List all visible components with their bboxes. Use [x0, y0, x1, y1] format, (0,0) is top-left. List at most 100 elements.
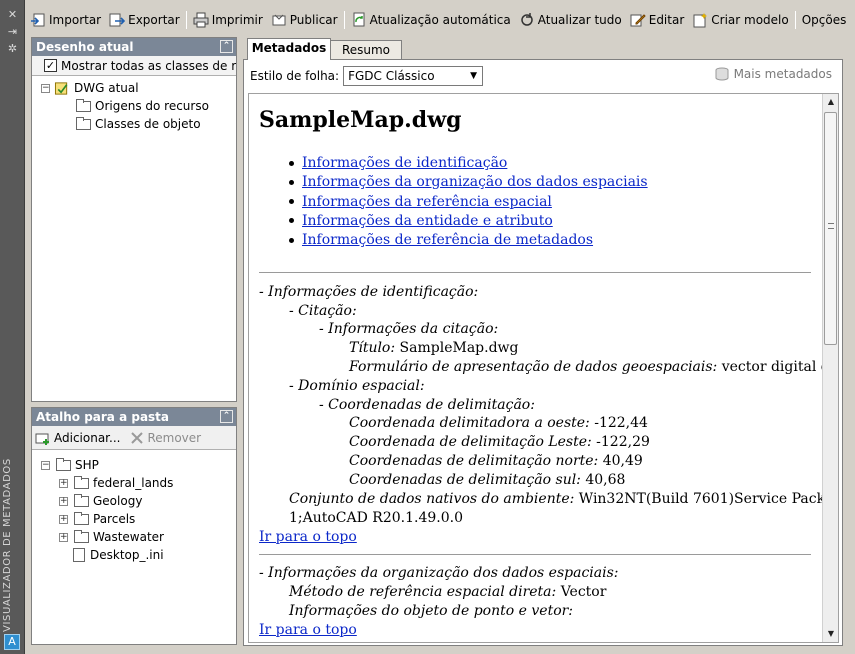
add-folder-icon	[35, 433, 49, 445]
tree-expander[interactable]: +	[59, 478, 68, 488]
app-logo-icon[interactable]: A	[4, 634, 20, 650]
add-folder-button[interactable]: Adicionar...	[35, 431, 120, 445]
field-value: -122,44	[594, 415, 648, 431]
metadata-document: SampleMap.dwg Informações de identificaç…	[248, 93, 839, 643]
field-south: Coordenadas de delimitação sul: 40,68	[349, 471, 625, 489]
current-drawing-header[interactable]: Desenho atual ⌃	[32, 38, 236, 56]
export-button[interactable]: Exportar	[105, 9, 184, 31]
publish-button[interactable]: Publicar	[267, 9, 342, 31]
close-icon[interactable]: ✕	[6, 8, 19, 21]
section-heading: - Citação:	[289, 303, 357, 319]
field-label: Coordenadas de delimitação sul:	[349, 472, 581, 488]
section-heading: - Domínio espacial:	[289, 378, 425, 394]
tree-node-object-classes[interactable]: Classes de objeto	[32, 115, 236, 133]
toc-link[interactable]: Informações da organização dos dados esp…	[302, 174, 648, 190]
tree-node-resource-origins[interactable]: Origens do recurso	[32, 97, 236, 115]
create-template-label: Criar modelo	[711, 13, 789, 27]
scroll-up-icon[interactable]: ▲	[823, 94, 838, 110]
edit-button[interactable]: Editar	[626, 9, 689, 31]
toc-item: Informações da organização dos dados esp…	[289, 173, 648, 192]
tab-resumo[interactable]: Resumo	[330, 40, 402, 60]
scroll-thumb[interactable]	[824, 112, 837, 345]
tree-label: Parcels	[93, 512, 136, 526]
toc-link[interactable]: Informações de identificação	[302, 155, 507, 171]
toc-item: Informações da entidade e atributo	[289, 212, 648, 231]
field-value: 40,68	[585, 472, 626, 488]
tree-expander[interactable]: −	[41, 460, 50, 470]
remove-button[interactable]: Remover	[130, 431, 201, 445]
collapse-icon[interactable]: ⌃	[220, 410, 233, 423]
import-label: Importar	[49, 13, 102, 27]
tree-node-desktop-ini[interactable]: Desktop_.ini	[32, 546, 236, 564]
tab-metadados[interactable]: Metadados	[247, 38, 331, 60]
show-all-classes-checkbox[interactable]: ✓	[44, 59, 57, 72]
tree-node-shp[interactable]: − SHP	[32, 456, 236, 474]
toc-link[interactable]: Informações de referência de metadados	[302, 232, 593, 248]
metadata-main: Metadados Resumo Estilo de folha: FGDC C…	[243, 38, 843, 646]
folder-shortcut-tree: − SHP + federal_lands + Geology + Parcel…	[32, 450, 236, 564]
print-button[interactable]: Imprimir	[189, 9, 267, 31]
document-title: SampleMap.dwg	[259, 107, 462, 133]
show-all-classes-row[interactable]: ✓ Mostrar todas as classes de rec	[32, 56, 236, 76]
tree-expander[interactable]: +	[59, 514, 68, 524]
back-to-top-link[interactable]: Ir para o topo	[259, 621, 357, 639]
tree-expander[interactable]: +	[59, 496, 68, 506]
field-label: Método de referência espacial direta:	[289, 584, 557, 600]
tab-strip: Metadados Resumo	[243, 38, 843, 60]
tree-expander[interactable]: +	[59, 532, 68, 542]
field-title: Título: SampleMap.dwg	[349, 339, 519, 357]
collapse-icon[interactable]: ⌃	[220, 40, 233, 53]
toc-link[interactable]: Informações da referência espacial	[302, 194, 552, 210]
folder-icon	[56, 457, 71, 471]
section-heading: - Informações de identificação:	[259, 284, 479, 300]
scroll-down-icon[interactable]: ▼	[823, 626, 838, 642]
tree-node-federal-lands[interactable]: + federal_lands	[32, 474, 236, 492]
side-strip: ✕ ⇥ ✲ VISUALIZADOR DE METADADOS A	[0, 0, 25, 654]
tree-label: DWG atual	[74, 81, 139, 95]
create-template-button[interactable]: Criar modelo	[688, 9, 792, 31]
toolbar-separator	[185, 11, 187, 29]
toolbar: Importar Exportar Imprimir Publicar Atua…	[26, 6, 848, 34]
tree-node-parcels[interactable]: + Parcels	[32, 510, 236, 528]
remove-label: Remover	[147, 430, 202, 445]
field-north: Coordenadas de delimitação norte: 40,49	[349, 452, 643, 470]
remove-icon	[131, 431, 144, 444]
more-metadata-button[interactable]: Mais metadados	[714, 67, 832, 81]
bullet-icon	[289, 218, 294, 224]
import-button[interactable]: Importar	[26, 9, 105, 31]
edit-label: Editar	[648, 13, 685, 27]
folder-icon	[76, 116, 91, 130]
folder-shortcut-header[interactable]: Atalho para a pasta ⌃	[32, 408, 236, 426]
field-native-cont: 1;AutoCAD R20.1.49.0.0	[289, 510, 463, 526]
palette-title: VISUALIZADOR DE METADADOS	[2, 458, 13, 632]
toc-link[interactable]: Informações da entidade e atributo	[302, 213, 553, 229]
tree-label: Classes de objeto	[95, 117, 201, 131]
folder-icon	[76, 98, 91, 112]
tree-node-wastewater[interactable]: + Wastewater	[32, 528, 236, 546]
folder-icon	[74, 475, 89, 489]
options-button[interactable]: Opções	[798, 9, 851, 31]
tree-expander[interactable]: −	[41, 83, 50, 93]
options-label: Opções	[801, 13, 847, 27]
style-select[interactable]: FGDC Clássico ▼	[343, 65, 484, 86]
tree-node-geology[interactable]: + Geology	[32, 492, 236, 510]
document-scrollbar[interactable]: ▲ ▼	[822, 94, 838, 642]
folder-icon	[74, 529, 89, 543]
tree-label: federal_lands	[93, 476, 174, 490]
back-to-top-link[interactable]: Ir para o topo	[259, 528, 357, 546]
properties-icon[interactable]: ✲	[6, 42, 19, 55]
export-icon	[109, 13, 126, 27]
toc-item: Informações de identificação	[289, 154, 648, 173]
tree-label: Desktop_.ini	[90, 548, 164, 562]
refresh-all-button[interactable]: Atualizar tudo	[515, 9, 626, 31]
style-select-value: FGDC Clássico	[348, 68, 435, 83]
field-label: Título:	[349, 340, 396, 356]
toc-item: Informações de referência de metadados	[289, 231, 648, 250]
tree-node-dwg[interactable]: − DWG atual	[32, 79, 236, 97]
printer-icon	[193, 12, 209, 28]
auto-update-button[interactable]: Atualização automática	[347, 9, 515, 31]
section-heading: - Informações da organização dos dados e…	[259, 565, 619, 581]
section-heading: - Informações da citação:	[319, 321, 499, 337]
add-folder-label: Adicionar...	[54, 430, 121, 445]
dock-icon[interactable]: ⇥	[6, 25, 19, 38]
